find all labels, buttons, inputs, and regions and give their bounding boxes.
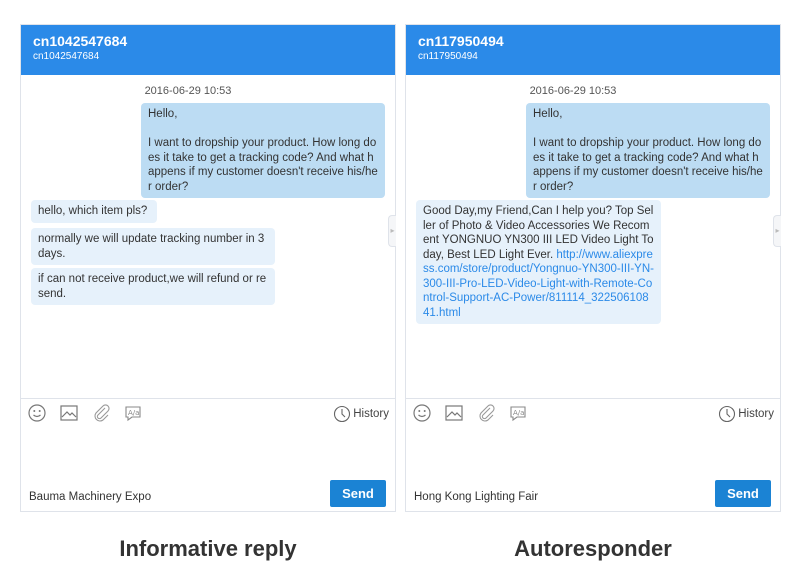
- image-icon[interactable]: [59, 403, 79, 423]
- composer-toolbar: A/a: [27, 403, 143, 423]
- message-text: if can not receive product,we will refun…: [38, 273, 267, 300]
- contact-id: cn117950494: [418, 51, 478, 62]
- svg-text:A/a: A/a: [513, 409, 524, 417]
- contact-id: cn1042547684: [33, 51, 100, 62]
- chat-header: cn117950494 cn117950494: [406, 25, 780, 75]
- attachment-icon[interactable]: [476, 403, 496, 423]
- send-button[interactable]: Send: [330, 480, 386, 507]
- panel-caption: Autoresponder: [514, 536, 672, 561]
- incoming-message: if can not receive product,we will refun…: [31, 268, 275, 305]
- contact-name: cn1042547684: [33, 33, 128, 49]
- emoji-icon[interactable]: [27, 403, 47, 423]
- message-text: hello, which item pls?: [38, 205, 148, 217]
- incoming-message: normally we will update tracking number …: [31, 228, 275, 265]
- chat-header: cn1042547684 cn1042547684: [21, 25, 395, 75]
- attachment-icon[interactable]: [91, 403, 111, 423]
- chat-panel: cn117950494 cn117950494 2016-06-29 10:53…: [405, 24, 781, 512]
- composer-toolbar: A/a: [412, 403, 528, 423]
- translate-icon[interactable]: A/a: [508, 403, 528, 423]
- message-timestamp: 2016-06-29 10:53: [529, 85, 617, 97]
- message-timestamp: 2016-06-29 10:53: [144, 85, 232, 97]
- history-label: History: [738, 408, 774, 420]
- divider: [406, 398, 780, 399]
- translate-icon[interactable]: A/a: [123, 403, 143, 423]
- clock-icon: [334, 405, 351, 423]
- contact-name: cn117950494: [418, 33, 504, 49]
- side-expand-handle[interactable]: ▸: [773, 215, 781, 247]
- emoji-icon[interactable]: [412, 403, 432, 423]
- exhibition-label: Bauma Machinery Expo: [29, 491, 152, 503]
- history-label: History: [353, 408, 389, 420]
- chat-panel: cn1042547684 cn1042547684 2016-06-29 10:…: [20, 24, 396, 512]
- svg-text:A/a: A/a: [128, 409, 139, 417]
- message-text: Hello, I want to dropship your product. …: [148, 108, 378, 193]
- message-text: normally we will update tracking number …: [38, 233, 268, 260]
- outgoing-message: Hello, I want to dropship your product. …: [526, 103, 770, 198]
- image-icon[interactable]: [444, 403, 464, 423]
- incoming-message: Good Day,my Friend,Can I help you? Top S…: [416, 200, 661, 324]
- send-button[interactable]: Send: [715, 480, 771, 507]
- side-expand-handle[interactable]: ▸: [388, 215, 396, 247]
- history-button[interactable]: History: [718, 405, 774, 423]
- outgoing-message: Hello, I want to dropship your product. …: [141, 103, 385, 198]
- exhibition-label: Hong Kong Lighting Fair: [414, 491, 539, 503]
- history-button[interactable]: History: [333, 405, 389, 423]
- clock-icon: [719, 405, 736, 423]
- message-text: Hello, I want to dropship your product. …: [533, 108, 763, 193]
- panel-caption: Informative reply: [119, 536, 297, 561]
- divider: [21, 398, 395, 399]
- incoming-message: hello, which item pls?: [31, 200, 157, 223]
